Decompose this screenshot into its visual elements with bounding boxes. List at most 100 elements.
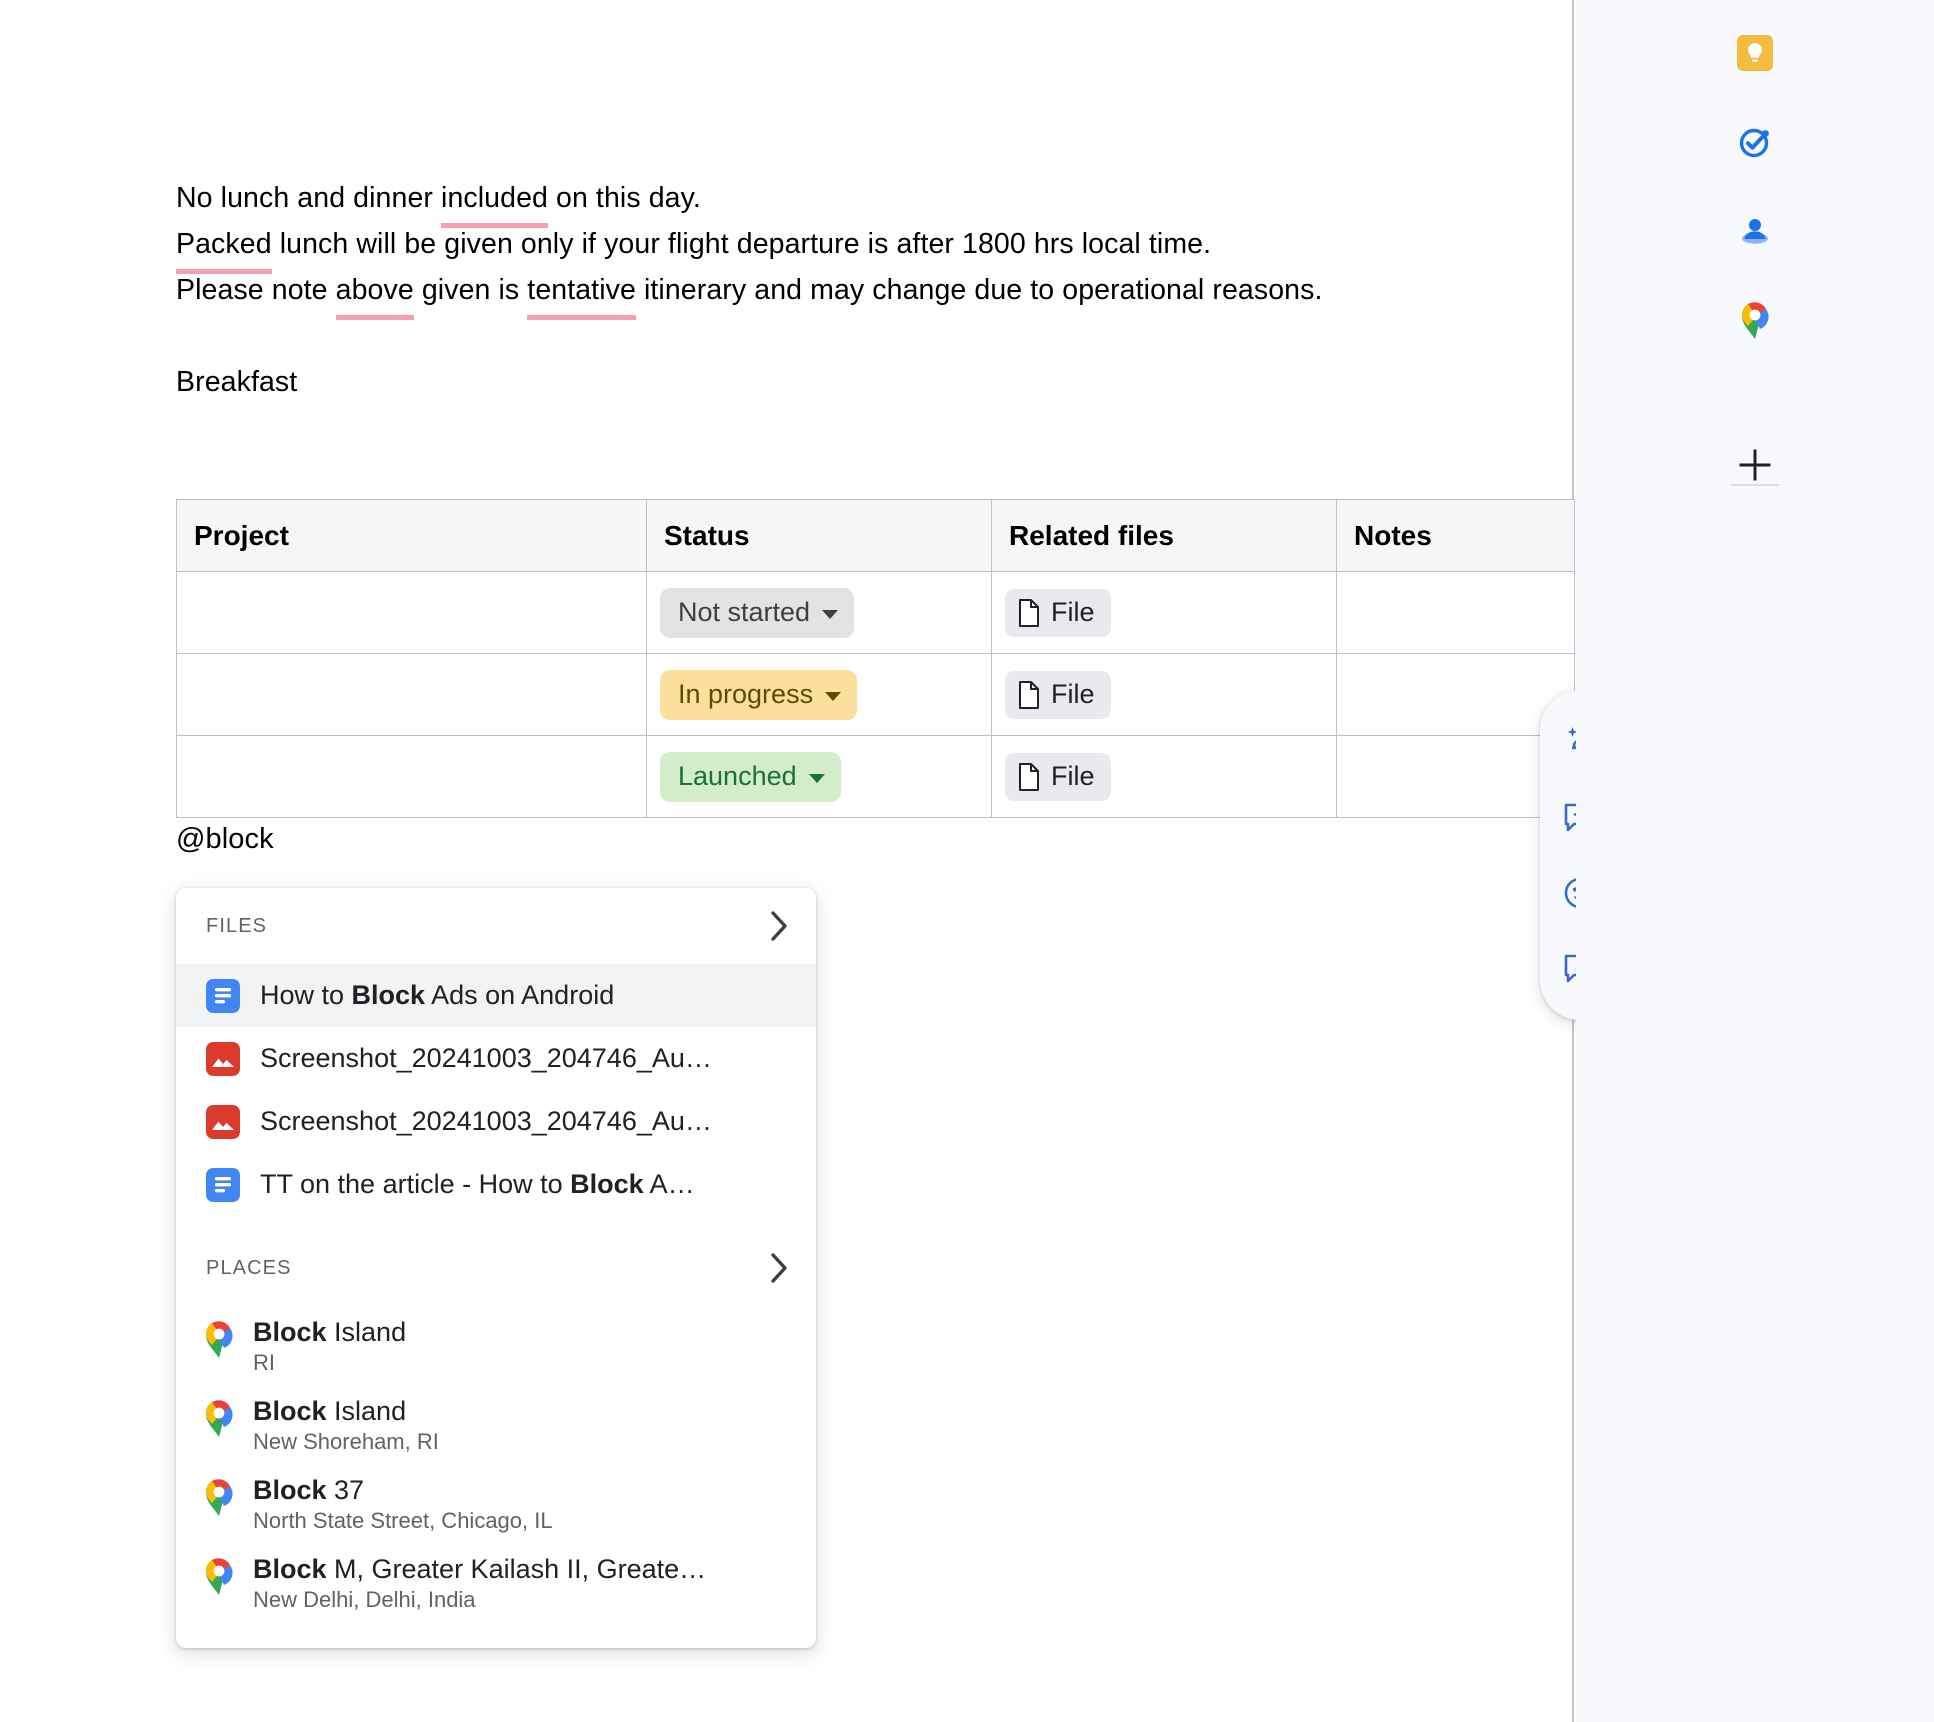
text-run: No lunch and dinner (176, 182, 442, 214)
cell-status[interactable]: Not started (646, 571, 992, 654)
place-title: Block 37 (253, 1475, 365, 1505)
text-run-underlined: Packed (176, 221, 272, 274)
column-header-status: Status (646, 499, 992, 572)
file-chip[interactable]: File (1005, 670, 1111, 719)
autocomplete-item-file[interactable]: How to Block Ads on Android (176, 964, 816, 1027)
status-chip-launched[interactable]: Launched (660, 751, 841, 802)
autocomplete-section-header-places[interactable]: PLACES (176, 1230, 816, 1306)
autocomplete-item-file[interactable]: TT on the article - How to Block A… (176, 1153, 816, 1216)
image-file-icon (206, 1104, 240, 1139)
status-chip-label: In progress (678, 679, 814, 709)
autocomplete-item-place[interactable]: Block 37 North State Street, Chicago, IL (176, 1464, 816, 1543)
chevron-right-icon[interactable] (769, 910, 789, 942)
place-subtitle: New Shoreham, RI (253, 1429, 439, 1454)
google-tasks-icon-button[interactable] (1735, 122, 1775, 162)
file-chip-label: File (1051, 597, 1095, 627)
google-keep-icon-button[interactable] (1735, 33, 1775, 73)
status-chip-label: Not started (678, 597, 811, 627)
google-keep-icon (1737, 35, 1773, 71)
table-row: Launched File (176, 735, 1575, 818)
cell-notes[interactable] (1336, 735, 1575, 818)
autocomplete-item-label: Screenshot_20241003_204746_Au… (260, 1043, 712, 1073)
cell-status[interactable]: In progress (646, 653, 992, 736)
add-addon-button[interactable] (1735, 445, 1775, 485)
chevron-down-icon (808, 773, 825, 783)
cell-notes[interactable] (1336, 571, 1575, 654)
side-panel-rail (1576, 0, 1934, 1722)
autocomplete-item-file[interactable]: Screenshot_20241003_204746_Au… (176, 1027, 816, 1090)
file-chip[interactable]: File (1005, 588, 1111, 637)
place-text-block: Block M, Greater Kailash II, Greate… New… (253, 1552, 706, 1613)
section-title: PLACES (206, 1256, 292, 1279)
cell-related-files[interactable]: File (991, 653, 1337, 736)
smart-chip-autocomplete-panel: FILES How to Block Ads on Android Screen… (176, 888, 816, 1648)
google-tasks-icon (1739, 128, 1769, 158)
cell-project[interactable] (176, 735, 647, 818)
chevron-down-icon (822, 609, 839, 619)
file-icon (1019, 598, 1039, 627)
place-subtitle: New Delhi, Delhi, India (253, 1587, 476, 1612)
mention-query-text: @block (176, 823, 274, 855)
table-row: In progress File (176, 653, 1575, 736)
autocomplete-item-place[interactable]: Block M, Greater Kailash II, Greate… New… (176, 1543, 816, 1622)
text-run-underlined: included (441, 175, 548, 228)
cell-related-files[interactable]: File (991, 735, 1337, 818)
table-row: Not started File (176, 571, 1575, 654)
cell-project[interactable] (176, 653, 647, 736)
place-title: Block Island (253, 1317, 407, 1347)
place-text-block: Block Island New Shoreham, RI (253, 1394, 439, 1455)
cell-project[interactable] (176, 571, 647, 654)
column-header-notes: Notes (1336, 499, 1575, 572)
google-contacts-icon (1742, 219, 1768, 244)
file-chip[interactable]: File (1005, 752, 1111, 801)
google-maps-icon (205, 1400, 233, 1437)
status-chip-in-progress[interactable]: In progress (660, 669, 858, 720)
google-maps-icon (205, 1558, 233, 1595)
autocomplete-item-label: How to Block Ads on Android (260, 980, 615, 1010)
status-chip-label: Launched (678, 761, 797, 791)
text-run: on this day. (547, 182, 701, 214)
column-header-project: Project (176, 499, 647, 572)
file-chip-label: File (1051, 679, 1095, 709)
file-chip-label: File (1051, 761, 1095, 791)
table-header-row: Project Status Related files Notes (176, 499, 1575, 572)
project-status-table: Project Status Related files Notes Not s… (176, 499, 1575, 818)
text-run: given is (413, 274, 528, 306)
google-maps-icon-button[interactable] (1735, 300, 1775, 340)
file-icon (1019, 762, 1039, 791)
place-title: Block M, Greater Kailash II, Greate… (253, 1554, 707, 1584)
text-run: Please note (176, 274, 336, 306)
autocomplete-item-place[interactable]: Block Island RI (176, 1306, 816, 1385)
text-run: itinerary and may change due to operatio… (635, 274, 1323, 306)
autocomplete-section-header-files[interactable]: FILES (176, 888, 816, 964)
breakfast-heading: Breakfast (176, 366, 298, 398)
document-body[interactable]: No lunch and dinner included on this day… (176, 175, 1401, 405)
text-run-underlined: tentative (527, 267, 636, 320)
text-run-underlined: above (335, 267, 414, 320)
paragraph-2: Packed lunch will be given only if your … (176, 221, 1401, 274)
google-docs-icon (206, 978, 240, 1013)
autocomplete-item-file[interactable]: Screenshot_20241003_204746_Au… (176, 1090, 816, 1153)
cell-related-files[interactable]: File (991, 571, 1337, 654)
google-docs-icon (206, 1167, 240, 1202)
plus-icon (1739, 449, 1771, 481)
google-docs-window: No lunch and dinner included on this day… (0, 0, 1934, 1722)
cell-notes[interactable] (1336, 653, 1575, 736)
google-contacts-icon-button[interactable] (1735, 211, 1775, 251)
google-maps-icon (1741, 302, 1769, 339)
section-title: FILES (206, 914, 268, 937)
place-subtitle: RI (253, 1350, 275, 1375)
file-icon (1019, 680, 1039, 709)
place-text-block: Block Island RI (253, 1315, 406, 1376)
cell-status[interactable]: Launched (646, 735, 992, 818)
google-maps-icon (205, 1321, 233, 1358)
autocomplete-item-place[interactable]: Block Island New Shoreham, RI (176, 1385, 816, 1464)
place-subtitle: North State Street, Chicago, IL (253, 1508, 553, 1533)
paragraph-1: No lunch and dinner included on this day… (176, 175, 1401, 228)
paragraph-3: Please note above given is tentative iti… (176, 267, 1401, 320)
image-file-icon (206, 1041, 240, 1076)
chevron-right-icon[interactable] (769, 1252, 789, 1284)
status-chip-not-started[interactable]: Not started (660, 587, 855, 638)
document-page: No lunch and dinner included on this day… (0, 0, 1620, 1722)
autocomplete-item-label: Screenshot_20241003_204746_Au… (260, 1106, 712, 1136)
